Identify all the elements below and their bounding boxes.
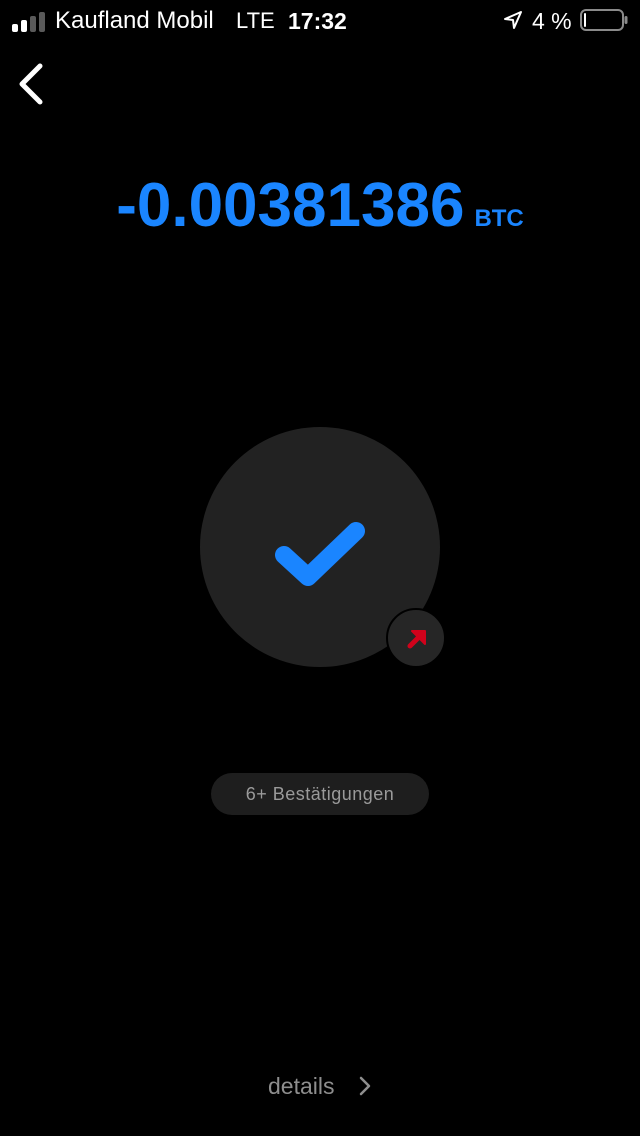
signal-bar <box>30 16 36 32</box>
direction-badge <box>386 608 446 668</box>
location-arrow-icon <box>504 11 522 29</box>
details-label: details <box>268 1073 335 1099</box>
checkmark-icon <box>275 522 365 586</box>
signal-bar <box>12 24 18 32</box>
confirmations-badge: 6+ Bestätigungen <box>211 773 429 815</box>
status-bar: Kaufland Mobil LTE 17:32 4 % <box>0 0 640 42</box>
signal-icon <box>12 10 48 32</box>
chevron-left-icon <box>19 63 43 105</box>
chevron-right-icon <box>359 1076 371 1096</box>
back-button[interactable] <box>8 56 56 112</box>
signal-bar <box>21 20 27 32</box>
network-type: LTE <box>236 8 275 33</box>
battery-percent: 4 % <box>532 8 572 34</box>
amount-row: -0.00381386 BTC <box>0 168 640 244</box>
signal-bar <box>39 12 45 32</box>
details-button[interactable]: details <box>260 1066 390 1106</box>
outgoing-arrow-icon <box>407 630 426 649</box>
status-time: 17:32 <box>288 8 347 34</box>
transaction-amount: -0.00381386 <box>116 171 465 240</box>
carrier-name: Kaufland Mobil <box>55 7 214 34</box>
battery-icon <box>580 9 628 31</box>
currency-unit: BTC <box>474 205 524 232</box>
